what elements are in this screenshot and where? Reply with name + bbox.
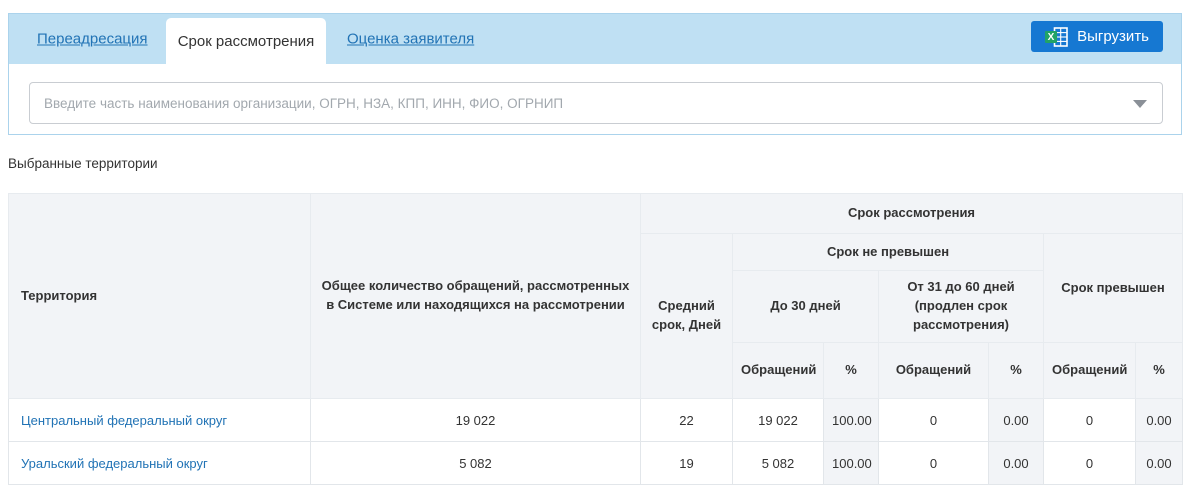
total-cell: 5 082 — [311, 442, 641, 485]
territory-cell: Центральный федеральный округ — [9, 399, 311, 442]
tab-ocenka-zayavitelya[interactable]: Оценка заявителя — [347, 31, 474, 48]
excel-icon: X — [1045, 27, 1069, 47]
territory-link[interactable]: Уральский федеральный округ — [21, 456, 208, 471]
search-row: Введите часть наименования организации, … — [29, 82, 1163, 124]
col-header-up-to-30: До 30 дней — [733, 271, 879, 343]
total-cell: 19 022 — [311, 399, 641, 442]
tab-srok-rassmotreniya-label: Срок рассмотрения — [178, 33, 315, 50]
review-period-table: Территория Общее количество обращений, р… — [8, 193, 1183, 485]
tab-bar: Переадресация Срок рассмотрения Оценка з… — [9, 14, 1181, 64]
exceeded-pct-cell: 0.00 — [1136, 399, 1183, 442]
tab-pereadresaciya[interactable]: Переадресация — [37, 31, 148, 48]
up30-pct-cell: 100.00 — [824, 442, 879, 485]
export-button-label: Выгрузить — [1077, 28, 1149, 45]
31-60-count-cell: 0 — [879, 442, 989, 485]
col-header-appeals: Обращений — [1044, 343, 1136, 399]
up30-count-cell: 19 022 — [733, 399, 824, 442]
31-60-pct-cell: 0.00 — [989, 399, 1044, 442]
col-header-total: Общее количество обращений, рассмотренны… — [311, 194, 641, 399]
avg-cell: 22 — [641, 399, 733, 442]
up30-pct-cell: 100.00 — [824, 399, 879, 442]
table-row: Центральный федеральный округ 19 022 22 … — [9, 399, 1183, 442]
export-button[interactable]: X Выгрузить — [1031, 21, 1163, 52]
col-header-appeals: Обращений — [879, 343, 989, 399]
territory-cell: Уральский федеральный округ — [9, 442, 311, 485]
col-header-percent: % — [1136, 343, 1183, 399]
col-header-territory: Территория — [9, 194, 311, 399]
col-header-percent: % — [824, 343, 879, 399]
col-header-avg-period: Средний срок, Дней — [641, 234, 733, 399]
col-header-appeals: Обращений — [733, 343, 824, 399]
dropdown-caret-icon[interactable] — [1133, 100, 1147, 108]
organization-search-select[interactable]: Введите часть наименования организации, … — [29, 82, 1163, 124]
filter-panel: Переадресация Срок рассмотрения Оценка з… — [8, 13, 1182, 135]
selected-territories-label: Выбранные территории — [8, 156, 158, 171]
exceeded-pct-cell: 0.00 — [1136, 442, 1183, 485]
col-header-31-to-60: От 31 до 60 дней (продлен срок рассмотре… — [879, 271, 1044, 343]
avg-cell: 19 — [641, 442, 733, 485]
col-header-not-exceeded: Срок не превышен — [733, 234, 1044, 271]
tab-srok-rassmotreniya[interactable]: Срок рассмотрения — [166, 18, 326, 64]
col-header-period-group: Срок рассмотрения — [641, 194, 1183, 234]
exceeded-count-cell: 0 — [1044, 442, 1136, 485]
exceeded-count-cell: 0 — [1044, 399, 1136, 442]
table-row: Уральский федеральный округ 5 082 19 5 0… — [9, 442, 1183, 485]
up30-count-cell: 5 082 — [733, 442, 824, 485]
svg-text:X: X — [1048, 32, 1055, 43]
31-60-pct-cell: 0.00 — [989, 442, 1044, 485]
search-placeholder: Введите часть наименования организации, … — [44, 96, 563, 111]
31-60-count-cell: 0 — [879, 399, 989, 442]
col-header-exceeded: Срок превышен — [1044, 234, 1183, 343]
territory-link[interactable]: Центральный федеральный округ — [21, 413, 227, 428]
col-header-percent: % — [989, 343, 1044, 399]
